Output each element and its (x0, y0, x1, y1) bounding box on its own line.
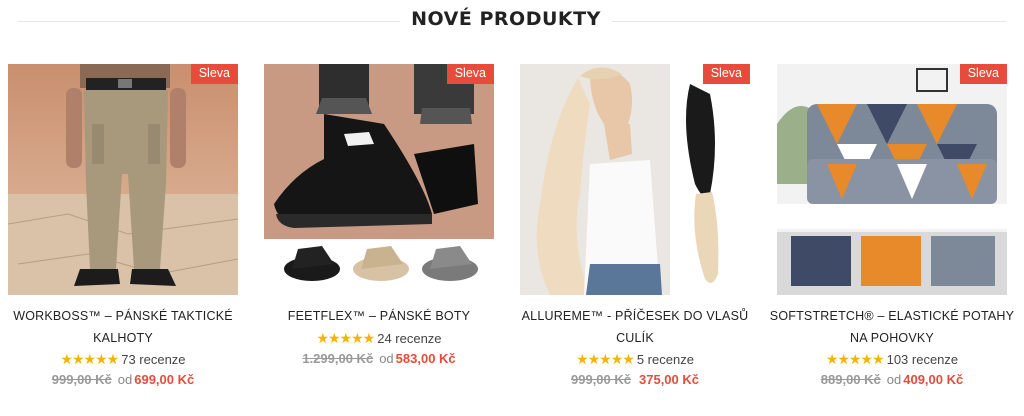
price-prefix: od (117, 372, 133, 387)
star-rating-icon: ★★★★★ (576, 351, 635, 367)
sale-badge: Sleva (446, 64, 494, 84)
old-price: 889,00 Kč (820, 372, 881, 387)
product-image[interactable]: Sleva (264, 64, 494, 295)
section-header: NOVÉ PRODUKTY (0, 0, 1024, 44)
product-title[interactable]: ALLUREME™ - PŘÍČESEK DO VLASŮ CULÍK (510, 305, 760, 349)
sale-price: 699,00 Kč (134, 372, 195, 387)
product-title[interactable]: SOFTSTRETCH® – ELASTICKÉ POTAHY NA POHOVK… (767, 305, 1017, 349)
product-card-allureme[interactable]: Sleva ALLUREME™ - PŘÍČESEK DO VLASŮ CULÍK… (520, 64, 750, 404)
price-prefix: od (379, 351, 394, 366)
product-rating: ★★★★★ 24 recenze (264, 330, 494, 347)
product-title[interactable]: FEETFLEX™ – PÁNSKÉ BOTY (254, 305, 504, 327)
product-price: 1.299,00 Kč od 583,00 Kč (264, 351, 494, 366)
sale-badge: Sleva (190, 64, 238, 84)
review-count: 5 recenze (636, 352, 694, 367)
product-card-feetflex[interactable]: Sleva FEETFLEX™ – PÁNSKÉ BOTY ★★★★★ 24 re… (264, 64, 494, 404)
sale-badge: Sleva (702, 64, 750, 84)
product-image[interactable]: Sleva (8, 64, 238, 295)
review-count: 73 recenze (121, 352, 186, 367)
star-rating-icon: ★★★★★ (60, 351, 119, 367)
review-count: 103 recenze (886, 352, 959, 367)
star-rating-icon: ★★★★★ (316, 330, 375, 346)
product-price: 999,00 Kč od 699,00 Kč (8, 372, 238, 387)
product-price: 889,00 Kč od 409,00 Kč (777, 372, 1007, 387)
section-title: NOVÉ PRODUKTY (411, 8, 601, 30)
product-rating: ★★★★★ 73 recenze (8, 351, 238, 368)
sale-price: 583,00 Kč (395, 351, 456, 366)
product-rating: ★★★★★ 5 recenze (520, 351, 750, 368)
product-card-softstretch[interactable]: Sleva SOFTSTRETCH® – ELASTICKÉ POTAHY NA … (770, 64, 1014, 404)
product-title[interactable]: WORKBOSS™ – PÁNSKÉ TAKTICKÉ KALHOTY (0, 305, 248, 349)
old-price: 999,00 Kč (51, 372, 112, 387)
old-price: 1.299,00 Kč (302, 351, 374, 366)
sale-price: 375,00 Kč (639, 372, 699, 387)
divider-left (18, 21, 400, 22)
old-price: 999,00 Kč (571, 372, 631, 387)
review-count: 24 recenze (377, 331, 442, 346)
divider-right (612, 21, 1006, 22)
product-image[interactable]: Sleva (520, 64, 750, 295)
sale-badge: Sleva (959, 64, 1007, 84)
star-rating-icon: ★★★★★ (825, 351, 885, 367)
product-card-workboss[interactable]: Sleva WORKBOSS™ – PÁNSKÉ TAKTICKÉ KALHOTY… (8, 64, 238, 404)
product-rating: ★★★★★ 103 recenze (777, 351, 1007, 368)
product-price: 999,00 Kč 375,00 Kč (520, 372, 750, 387)
product-image[interactable]: Sleva (777, 64, 1007, 295)
price-prefix: od (886, 372, 902, 387)
sale-price: 409,00 Kč (903, 372, 964, 387)
